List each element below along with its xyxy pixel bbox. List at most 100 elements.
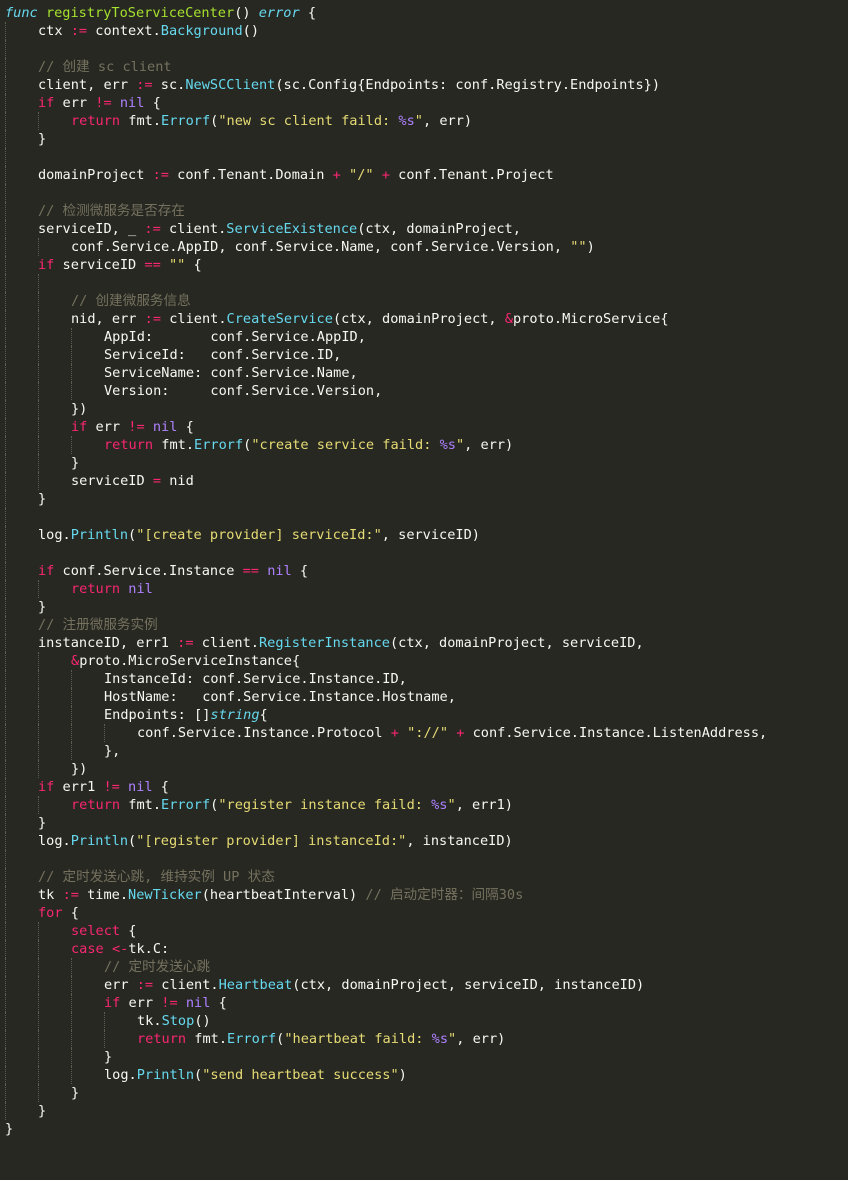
code-line: } [0,1048,848,1066]
code-token: } [5,1121,14,1137]
code-token: log. [38,833,71,849]
code-token: conf.Service.Instance.ListenAddress, [464,725,768,741]
code-token: Endpoints: [] [104,707,211,723]
indent-guide [38,1066,39,1084]
code-token: %s [439,437,456,453]
code-token: for [38,905,63,921]
code-token: client. [153,977,219,993]
code-token: %s [431,797,448,813]
code-token: CreateService [226,311,333,327]
code-token: string [210,707,260,723]
indent-guide [38,1030,39,1048]
code-text: } [38,1102,46,1120]
code-token: client. [161,311,227,327]
code-text: if err != nil { [104,994,227,1012]
indent-guide [38,238,39,256]
code-token: { [259,707,268,723]
code-token: if [71,419,88,435]
code-line: conf.Service.AppID, conf.Service.Name, c… [0,238,848,256]
code-token: serviceID, _ [38,221,145,237]
code-line: } [0,598,848,616]
code-token: != [103,779,120,795]
code-token: %s [431,1031,449,1047]
indent-guide [5,1012,6,1030]
indent-guide [5,598,6,616]
code-token: } [104,1049,113,1065]
code-token: ) [586,239,595,255]
code-token: (ctx, domainProject, serviceID, [389,635,644,651]
code-text: instanceID, err1 := client.RegisterInsta… [38,634,644,652]
code-text: Version: conf.Service.Version, [104,382,382,400]
code-line: } [0,1120,848,1138]
code-token: instanceID, err1 [38,635,178,651]
code-line: ServiceId: conf.Service.ID, [0,346,848,364]
code-token: log. [38,527,71,543]
code-line: case <-tk.C: [0,940,848,958]
code-token: RegisterInstance [259,635,390,651]
indent-guide [38,328,39,346]
indent-guide [71,670,72,688]
code-text: tk := time.NewTicker(heartbeatInterval) … [38,886,523,904]
indent-guide [104,1012,105,1030]
code-editor[interactable]: func registryToServiceCenter() error {ct… [0,4,848,1138]
indent-guide [5,166,6,184]
code-text: } [104,1048,112,1066]
indent-guide [5,886,6,904]
code-line: // 检测微服务是否存在 [0,202,848,220]
code-token: // 检测微服务是否存在 [38,203,185,219]
code-line: ServiceName: conf.Service.Name, [0,364,848,382]
code-token: { [210,995,227,1011]
code-token: " [455,437,465,453]
code-text: func registryToServiceCenter() error { [5,4,316,22]
indent-guide [38,706,39,724]
code-token: // 定时发送心跳 [104,959,211,975]
code-text: Endpoints: []string{ [104,706,268,724]
indent-guide [5,400,6,418]
code-token: "send heartbeat success" [202,1067,399,1083]
code-token: NewTicker [128,887,202,903]
indent-guide [5,544,6,562]
code-token: err [120,995,162,1011]
code-token: return [71,581,121,597]
code-token: } [38,131,47,147]
indent-guide [5,58,6,76]
code-token: , err) [456,1031,506,1047]
indent-guide [5,454,6,472]
code-token: error [258,5,300,21]
code-token: nid [161,473,194,489]
indent-guide [38,994,39,1012]
indent-guide [38,742,39,760]
code-line: if err != nil { [0,94,848,112]
code-line: } [0,814,848,832]
code-token: if [38,779,55,795]
code-text: &proto.MicroServiceInstance{ [71,652,300,670]
indent-guide [5,112,6,130]
indent-guide [5,814,6,832]
code-line [0,544,848,562]
indent-guide [5,1102,6,1120]
indent-guide [5,256,6,274]
indent-guide [5,1084,6,1102]
indent-guide [38,364,39,382]
code-token: conf.Service.AppID, conf.Service.Name, c… [71,239,571,255]
indent-guide [38,724,39,742]
code-token: () [234,5,259,21]
indent-guide [5,688,6,706]
indent-guide [71,382,72,400]
code-line: Version: conf.Service.Version, [0,382,848,400]
indent-guide [5,526,6,544]
indent-guide [5,382,6,400]
indent-guide [71,1048,72,1066]
code-token: ServiceId: conf.Service.ID, [104,347,342,363]
indent-guide [71,706,72,724]
indent-guide [71,976,72,994]
code-token: log. [104,1067,137,1083]
code-text: } [71,454,79,472]
code-token: context. [87,23,161,39]
indent-guide [38,1084,39,1102]
